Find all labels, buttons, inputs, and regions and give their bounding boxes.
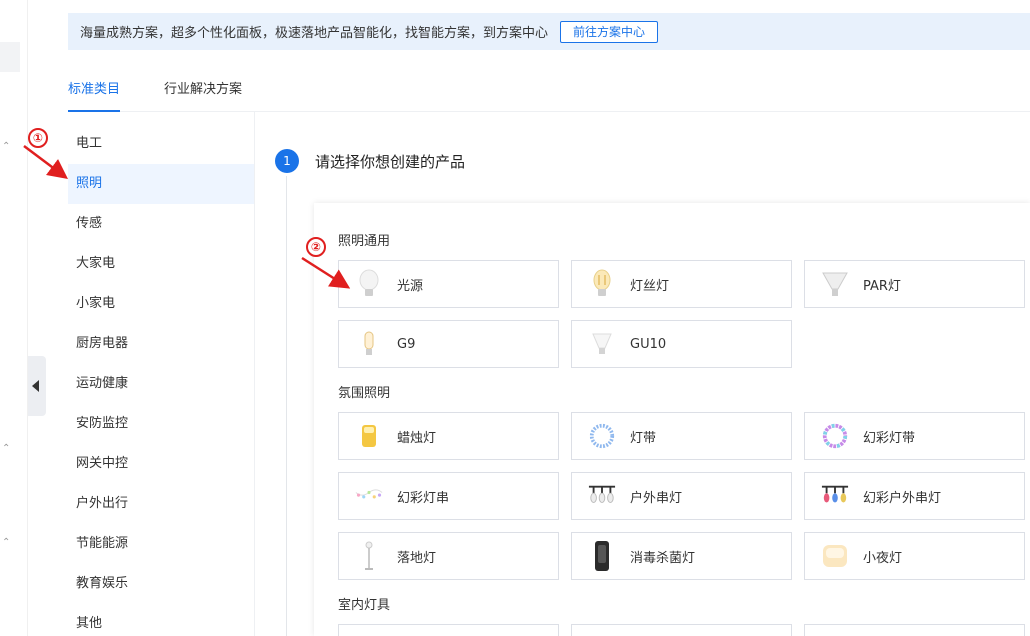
par-lamp-icon — [821, 268, 849, 300]
light-strip-icon — [588, 420, 616, 452]
product-label: G9 — [397, 336, 416, 352]
product-label: 幻彩灯串 — [397, 490, 450, 506]
uv-lamp-icon — [588, 540, 616, 572]
step-number-badge: 1 — [275, 149, 299, 173]
left-rail: ⌃ ⌃ ⌃ — [0, 0, 28, 636]
filament-bulb-icon — [588, 268, 616, 300]
category-item[interactable]: 电工 — [68, 124, 254, 164]
product-label: 消毒杀菌灯 — [630, 550, 696, 566]
page: ⌃ ⌃ ⌃ 海量成熟方案，超多个性化面板，极速落地产品智能化，找智能方案，到方案… — [0, 0, 1030, 636]
product-label: 幻彩灯带 — [863, 430, 916, 446]
chevron-up-icon[interactable]: ⌃ — [2, 444, 12, 454]
product-label: 落地灯 — [397, 550, 437, 566]
product-label: 灯丝灯 — [630, 278, 670, 294]
product-label: 幻彩户外串灯 — [863, 490, 942, 506]
product-light-strip[interactable]: 灯带 — [571, 412, 792, 460]
product-rgb-string-lights[interactable]: 幻彩灯串 — [338, 472, 559, 520]
annotation-arrow-icon — [301, 256, 351, 289]
product-g9[interactable]: G9 — [338, 320, 559, 368]
product-night-light[interactable]: 小夜灯 — [804, 532, 1025, 580]
category-item[interactable]: 节能能源 — [68, 524, 254, 564]
product-gu10[interactable]: GU10 — [571, 320, 792, 368]
category-item[interactable]: 教育娱乐 — [68, 564, 254, 604]
category-item[interactable]: 小家电 — [68, 284, 254, 324]
product-card-partial[interactable] — [571, 624, 792, 636]
bulb-icon — [355, 268, 383, 300]
product-label: 蜡烛灯 — [397, 430, 437, 446]
category-item[interactable]: 安防监控 — [68, 404, 254, 444]
category-item-active[interactable]: 照明 — [68, 164, 254, 204]
product-light-source[interactable]: 光源 — [338, 260, 559, 308]
product-label: 光源 — [397, 278, 424, 294]
candle-icon — [355, 420, 383, 452]
category-item[interactable]: 大家电 — [68, 244, 254, 284]
tab-standard-category[interactable]: 标准类目 — [68, 78, 121, 112]
section-title-ambient-lighting: 氛围照明 — [338, 386, 391, 401]
divider — [254, 112, 255, 636]
g9-bulb-icon — [355, 328, 383, 360]
product-candle-light[interactable]: 蜡烛灯 — [338, 412, 559, 460]
night-light-icon — [821, 540, 849, 572]
product-rgb-light-strip[interactable]: 幻彩灯带 — [804, 412, 1025, 460]
solution-banner: 海量成熟方案，超多个性化面板，极速落地产品智能化，找智能方案，到方案中心 前往方… — [68, 13, 1030, 50]
banner-text: 海量成熟方案，超多个性化面板，极速落地产品智能化，找智能方案，到方案中心 — [80, 26, 549, 41]
category-item[interactable]: 传感 — [68, 204, 254, 244]
section-title-indoor-fixtures: 室内灯具 — [338, 598, 391, 613]
chevron-up-icon[interactable]: ⌃ — [2, 538, 12, 548]
category-item[interactable]: 网关中控 — [68, 444, 254, 484]
rgb-outdoor-string-lights-icon — [821, 480, 849, 512]
chevron-up-icon[interactable]: ⌃ — [2, 142, 12, 152]
product-label: 灯带 — [630, 430, 657, 446]
tab-industry-solutions[interactable]: 行业解决方案 — [164, 78, 242, 112]
step-connector-line — [286, 176, 287, 636]
category-item[interactable]: 其他 — [68, 604, 254, 636]
category-item[interactable]: 户外出行 — [68, 484, 254, 524]
collapse-sidebar-button[interactable] — [28, 356, 46, 416]
section-title-general-lighting: 照明通用 — [338, 234, 391, 249]
annotation-arrow-icon — [23, 145, 68, 179]
product-par-lamp[interactable]: PAR灯 — [804, 260, 1025, 308]
goto-solution-center-button[interactable]: 前往方案中心 — [560, 20, 659, 43]
product-rgb-outdoor-string-lights[interactable]: 幻彩户外串灯 — [804, 472, 1025, 520]
category-item[interactable]: 厨房电器 — [68, 324, 254, 364]
category-list: 电工 照明 传感 大家电 小家电 厨房电器 运动健康 安防监控 网关中控 户外出… — [68, 124, 254, 636]
category-tabs: 标准类目 行业解决方案 — [68, 70, 1030, 112]
caret-left-icon — [32, 380, 39, 392]
product-filament-bulb[interactable]: 灯丝灯 — [571, 260, 792, 308]
rail-selected-block — [0, 42, 20, 72]
product-label: PAR灯 — [863, 278, 901, 294]
string-lights-icon — [355, 480, 383, 512]
product-floor-lamp[interactable]: 落地灯 — [338, 532, 559, 580]
outdoor-string-lights-icon — [588, 480, 616, 512]
rgb-light-strip-icon — [821, 420, 849, 452]
product-uv-sterilizing-lamp[interactable]: 消毒杀菌灯 — [571, 532, 792, 580]
step-title: 请选择你想创建的产品 — [315, 153, 466, 171]
floor-lamp-icon — [355, 540, 383, 572]
product-label: 户外串灯 — [630, 490, 683, 506]
product-label: GU10 — [630, 336, 667, 352]
product-selection-card: 照明通用 光源 灯丝灯 PAR灯 G9 GU10 氛围照明 蜡烛灯 灯带 幻彩灯… — [314, 203, 1030, 636]
gu10-bulb-icon — [588, 328, 616, 360]
category-item[interactable]: 运动健康 — [68, 364, 254, 404]
product-outdoor-string-lights[interactable]: 户外串灯 — [571, 472, 792, 520]
product-card-partial[interactable] — [804, 624, 1025, 636]
product-card-partial[interactable] — [338, 624, 559, 636]
product-label: 小夜灯 — [863, 550, 903, 566]
